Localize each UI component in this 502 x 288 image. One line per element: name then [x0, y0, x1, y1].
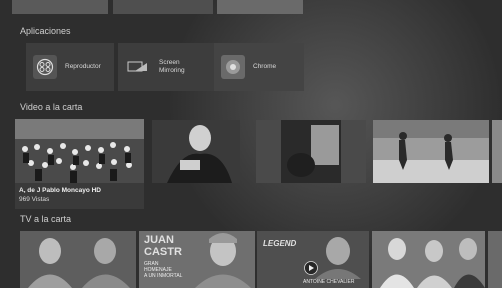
players-thumbnail: [372, 231, 485, 288]
featured-caption[interactable]: A, de J Pablo Moncayo HD 969 Vistas: [15, 183, 144, 209]
play-icon: [304, 261, 318, 275]
film-reel-icon: [33, 55, 57, 79]
portrait-thumbnail: [195, 233, 251, 288]
tv-tile-subtitle: A UN INMORTAL: [144, 273, 183, 279]
tv-tile[interactable]: [372, 231, 485, 288]
top-tile[interactable]: [113, 0, 213, 14]
beach-thumbnail: [373, 120, 489, 183]
app-card-chrome[interactable]: Chrome: [214, 43, 304, 91]
portrait-thumbnail: [152, 120, 240, 183]
section-title-apps: Aplicaciones: [20, 26, 71, 36]
app-card-screen-mirroring[interactable]: Screen Mirroring: [118, 43, 214, 91]
app-label: Chrome: [253, 63, 277, 70]
featured-title: A, de J Pablo Moncayo HD: [19, 187, 101, 194]
featured-views: 969 Vistas: [19, 196, 50, 203]
screen-mirroring-icon: [125, 55, 151, 79]
dark-scene-thumbnail: [256, 120, 366, 183]
app-card-reproductor[interactable]: Reproductor: [26, 43, 114, 91]
orchestra-thumbnail: [15, 119, 144, 184]
tv-tile-partial[interactable]: [488, 231, 502, 288]
video-tile-featured[interactable]: [15, 119, 144, 184]
section-title-tv: TV a la carta: [20, 214, 72, 224]
tv-tile-name: ANTOINE CHEVALIER: [303, 279, 355, 285]
boxers-thumbnail: [20, 231, 136, 288]
video-tile[interactable]: [373, 120, 489, 183]
chrome-icon: [221, 55, 245, 79]
app-label: Screen Mirroring: [159, 59, 185, 74]
video-tile[interactable]: [256, 120, 366, 183]
video-tile-partial[interactable]: [492, 120, 502, 183]
tv-tile-title: LEGEND: [263, 239, 297, 248]
portrait-thumbnail: [315, 237, 361, 279]
section-title-video: Video a la carta: [20, 102, 83, 112]
tv-tile[interactable]: [20, 231, 136, 288]
tv-tile-heading: JUAN: [144, 234, 174, 246]
app-label: Reproductor: [65, 63, 101, 70]
video-tile[interactable]: [152, 120, 240, 183]
top-tile[interactable]: [12, 0, 108, 14]
tv-tile-heading: CASTR: [144, 246, 182, 258]
top-row-partial: [0, 0, 502, 14]
tv-tile-legend[interactable]: LEGEND ANTOINE CHEVALIER: [257, 231, 369, 288]
top-tile[interactable]: [217, 0, 303, 14]
tv-tile-juan[interactable]: JUAN CASTR GRAN HOMENAJE A UN INMORTAL: [139, 231, 255, 288]
